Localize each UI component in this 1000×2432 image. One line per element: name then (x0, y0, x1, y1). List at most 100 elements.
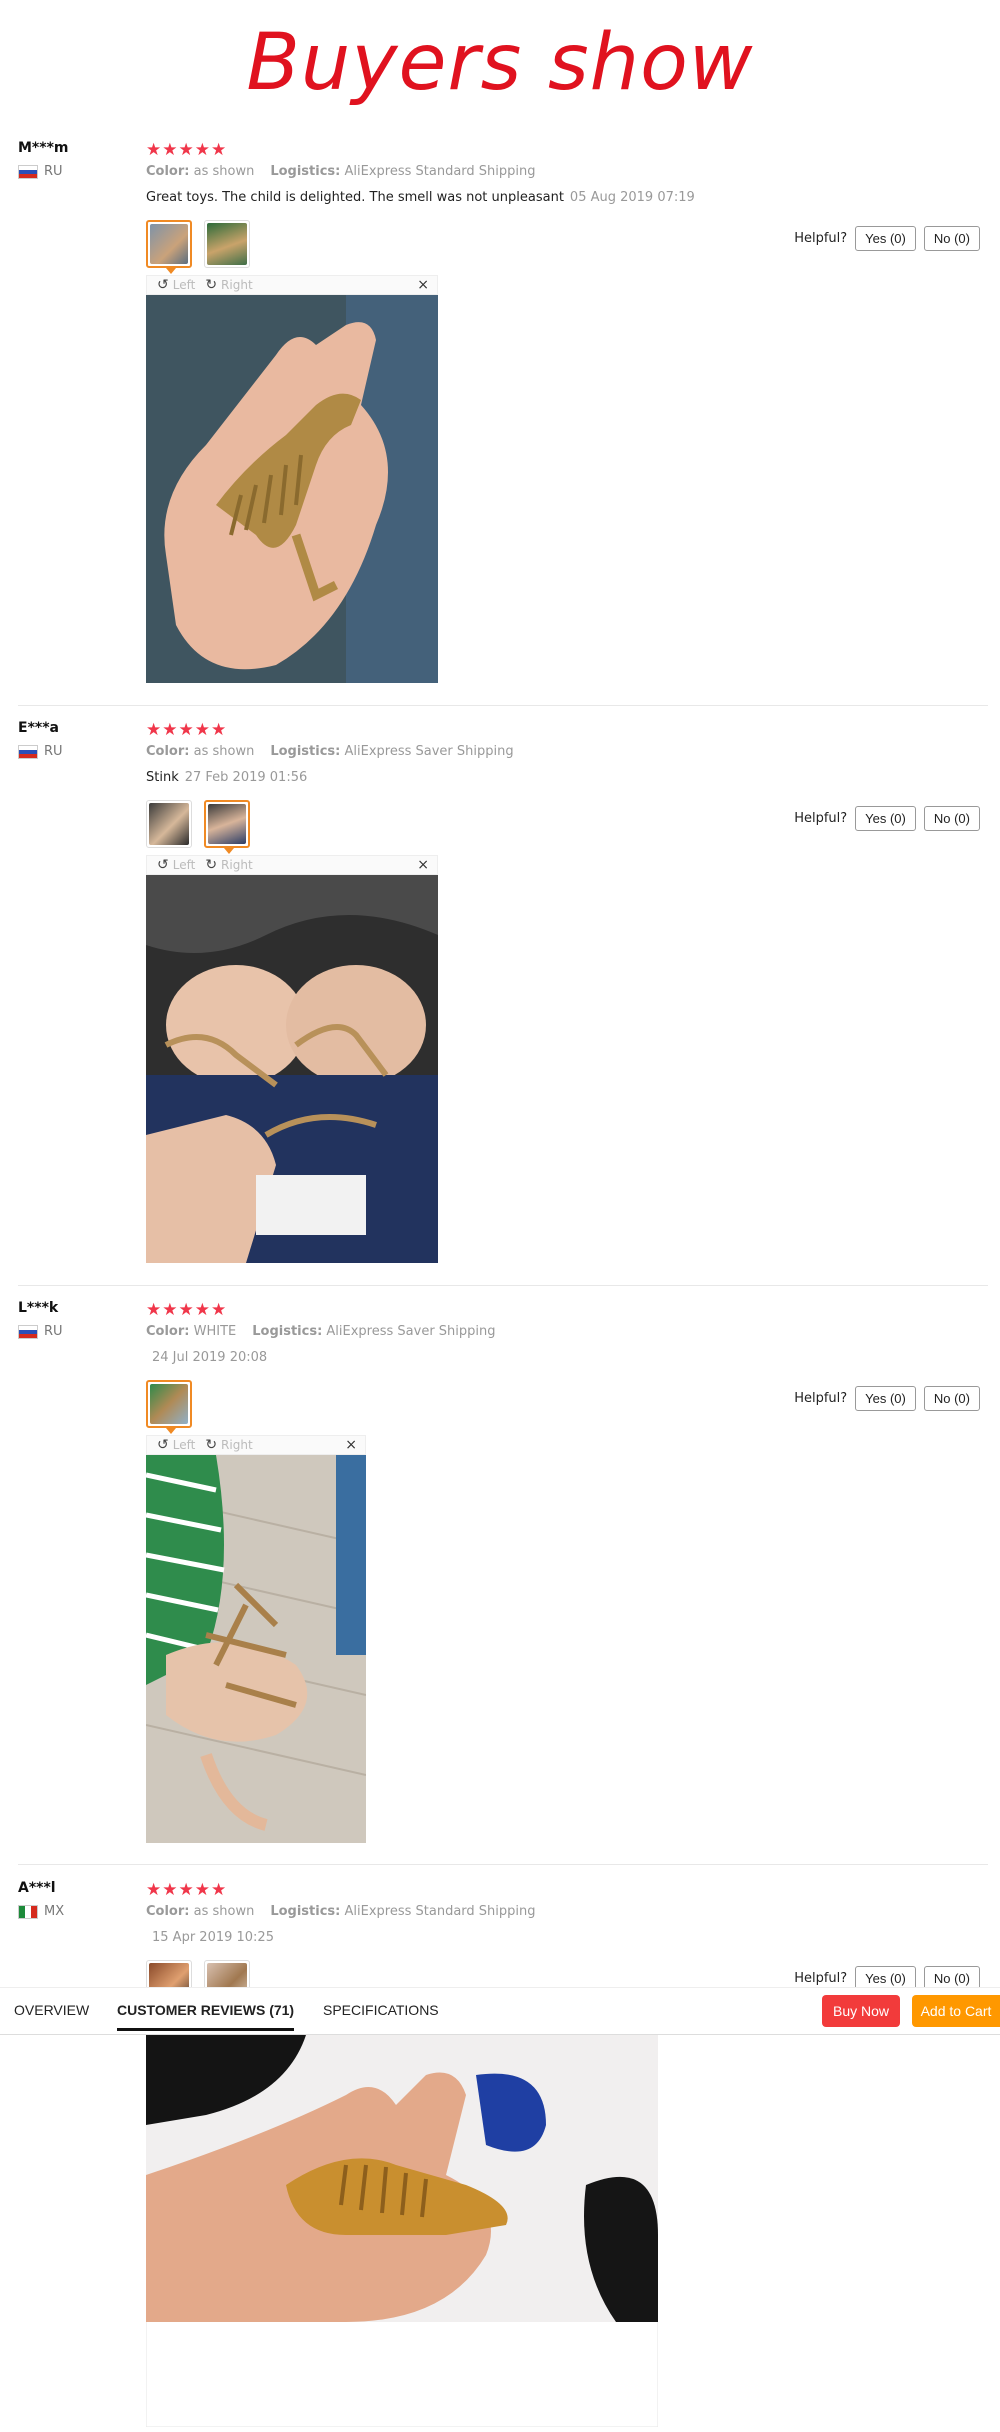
logistics-value: AliExpress Saver Shipping (326, 1324, 496, 1339)
helpful-no-button[interactable]: No (0) (923, 1386, 980, 1411)
rotate-left-icon[interactable]: ↺ (157, 1437, 169, 1453)
review-thumbnail[interactable] (146, 1380, 192, 1434)
close-icon[interactable]: × (345, 1437, 357, 1453)
review-thumbnails (146, 800, 250, 854)
reviewer-name: L***k (18, 1300, 59, 1316)
review-divider (18, 1285, 988, 1286)
review-photo[interactable] (146, 2035, 658, 2427)
review-date: 24 Jul 2019 20:08 (152, 1350, 268, 1365)
image-rotate-bar: ↺ Left ↻ Right × (146, 1435, 366, 1455)
helpful-no-button[interactable]: No (0) (923, 226, 980, 251)
helpful-label: Helpful? (794, 1971, 848, 1986)
russia-flag-icon (18, 744, 38, 759)
helpful-label: Helpful? (794, 811, 848, 826)
review-body: Great toys. The child is delighted. The … (146, 190, 564, 205)
logistics-label: Logistics: (252, 1324, 323, 1339)
logistics-value: AliExpress Standard Shipping (344, 1904, 536, 1919)
country-code: RU (44, 744, 63, 759)
helpful-no-button[interactable]: No (0) (923, 806, 980, 831)
logistics-label: Logistics: (270, 164, 341, 179)
color-value: as shown (193, 1904, 255, 1919)
review-thumbnail[interactable] (146, 800, 192, 848)
country-code: RU (44, 164, 63, 179)
review-thumbnails (146, 220, 250, 274)
helpful-yes-button[interactable]: Yes (0) (855, 806, 916, 831)
tab-overview[interactable]: OVERVIEW (14, 2002, 89, 2018)
rotate-right-icon[interactable]: ↻ (205, 857, 217, 873)
rotate-left-icon[interactable]: ↺ (157, 277, 169, 293)
review-thumbnail[interactable] (146, 220, 192, 274)
color-value: as shown (193, 164, 255, 179)
review-item: L***k RU ★★★★★ Color: WHITE Logistics: Al… (0, 1300, 1000, 1860)
review-meta: Color: WHITE Logistics: AliExpress Saver … (146, 1324, 496, 1339)
review-photo[interactable] (146, 875, 438, 1263)
reviewer-name: A***l (18, 1880, 56, 1896)
reviewer-country: RU (18, 1324, 63, 1339)
rating-stars: ★★★★★ (146, 1880, 228, 1900)
reviewer-name: E***a (18, 720, 59, 736)
color-label: Color: (146, 1904, 190, 1919)
review-text: 15 Apr 2019 10:25 (146, 1930, 274, 1945)
close-icon[interactable]: × (417, 857, 429, 873)
rotate-left-label[interactable]: Left (173, 858, 196, 872)
rotate-right-icon[interactable]: ↻ (205, 277, 217, 293)
add-to-cart-button[interactable]: Add to Cart (912, 1995, 1000, 2027)
review-thumbnails (146, 1380, 192, 1434)
review-text: Stink 27 Feb 2019 01:56 (146, 770, 307, 785)
helpful-label: Helpful? (794, 1391, 848, 1406)
color-label: Color: (146, 744, 190, 759)
country-code: MX (44, 1904, 65, 1919)
mexico-flag-icon (18, 1904, 38, 1919)
review-divider (18, 705, 988, 706)
review-item: A***l MX ★★★★★ Color: as shown Logistics:… (0, 1880, 1000, 2432)
rating-stars: ★★★★★ (146, 140, 228, 160)
rotate-left-label[interactable]: Left (173, 1438, 196, 1452)
reviewer-name: M***m (18, 140, 69, 156)
review-meta: Color: as shown Logistics: AliExpress Sav… (146, 744, 514, 759)
russia-flag-icon (18, 1324, 38, 1339)
review-meta: Color: as shown Logistics: AliExpress Sta… (146, 164, 536, 179)
close-icon[interactable]: × (417, 277, 429, 293)
image-rotate-bar: ↺ Left ↻ Right × (146, 275, 438, 295)
buyers-show-banner: Buyers show (246, 18, 754, 108)
tab-specifications[interactable]: SPECIFICATIONS (323, 2002, 439, 2018)
helpful-vote: Helpful? Yes (0) No (0) (794, 806, 980, 831)
reviewer-country: RU (18, 744, 63, 759)
rotate-right-icon[interactable]: ↻ (205, 1437, 217, 1453)
review-body: Stink (146, 770, 179, 785)
review-photo[interactable] (146, 295, 438, 683)
color-value: as shown (193, 744, 255, 759)
review-photo[interactable] (146, 1455, 366, 1843)
rotate-right-label[interactable]: Right (221, 1438, 253, 1452)
review-divider (18, 1864, 988, 1865)
color-label: Color: (146, 1324, 190, 1339)
rotate-left-icon[interactable]: ↺ (157, 857, 169, 873)
reviewer-country: RU (18, 164, 63, 179)
review-date: 05 Aug 2019 07:19 (569, 190, 695, 205)
review-text: Great toys. The child is delighted. The … (146, 190, 695, 205)
reviewer-country: MX (18, 1904, 64, 1919)
review-date: 27 Feb 2019 01:56 (184, 770, 308, 785)
russia-flag-icon (18, 164, 38, 179)
review-item: E***a RU ★★★★★ Color: as shown Logistics:… (0, 720, 1000, 1280)
review-thumbnail[interactable] (204, 220, 250, 268)
review-item: M***m RU ★★★★★ Color: as shown Logistics:… (0, 140, 1000, 700)
country-code: RU (44, 1324, 63, 1339)
color-value: WHITE (193, 1324, 237, 1339)
review-thumbnail[interactable] (204, 800, 250, 854)
product-tab-bar: OVERVIEW CUSTOMER REVIEWS (71) SPECIFICA… (0, 1987, 1000, 2035)
helpful-yes-button[interactable]: Yes (0) (855, 226, 916, 251)
helpful-label: Helpful? (794, 231, 848, 246)
rotate-right-label[interactable]: Right (221, 858, 253, 872)
review-date: 15 Apr 2019 10:25 (152, 1930, 274, 1945)
rotate-right-label[interactable]: Right (221, 278, 253, 292)
tab-customer-reviews[interactable]: CUSTOMER REVIEWS (71) (117, 2002, 295, 2031)
logistics-label: Logistics: (270, 744, 341, 759)
review-meta: Color: as shown Logistics: AliExpress Sta… (146, 1904, 536, 1919)
image-rotate-bar: ↺ Left ↻ Right × (146, 855, 438, 875)
review-text: 24 Jul 2019 20:08 (146, 1350, 267, 1365)
logistics-label: Logistics: (270, 1904, 341, 1919)
helpful-yes-button[interactable]: Yes (0) (855, 1386, 916, 1411)
rotate-left-label[interactable]: Left (173, 278, 196, 292)
buy-now-button[interactable]: Buy Now (822, 1995, 900, 2027)
